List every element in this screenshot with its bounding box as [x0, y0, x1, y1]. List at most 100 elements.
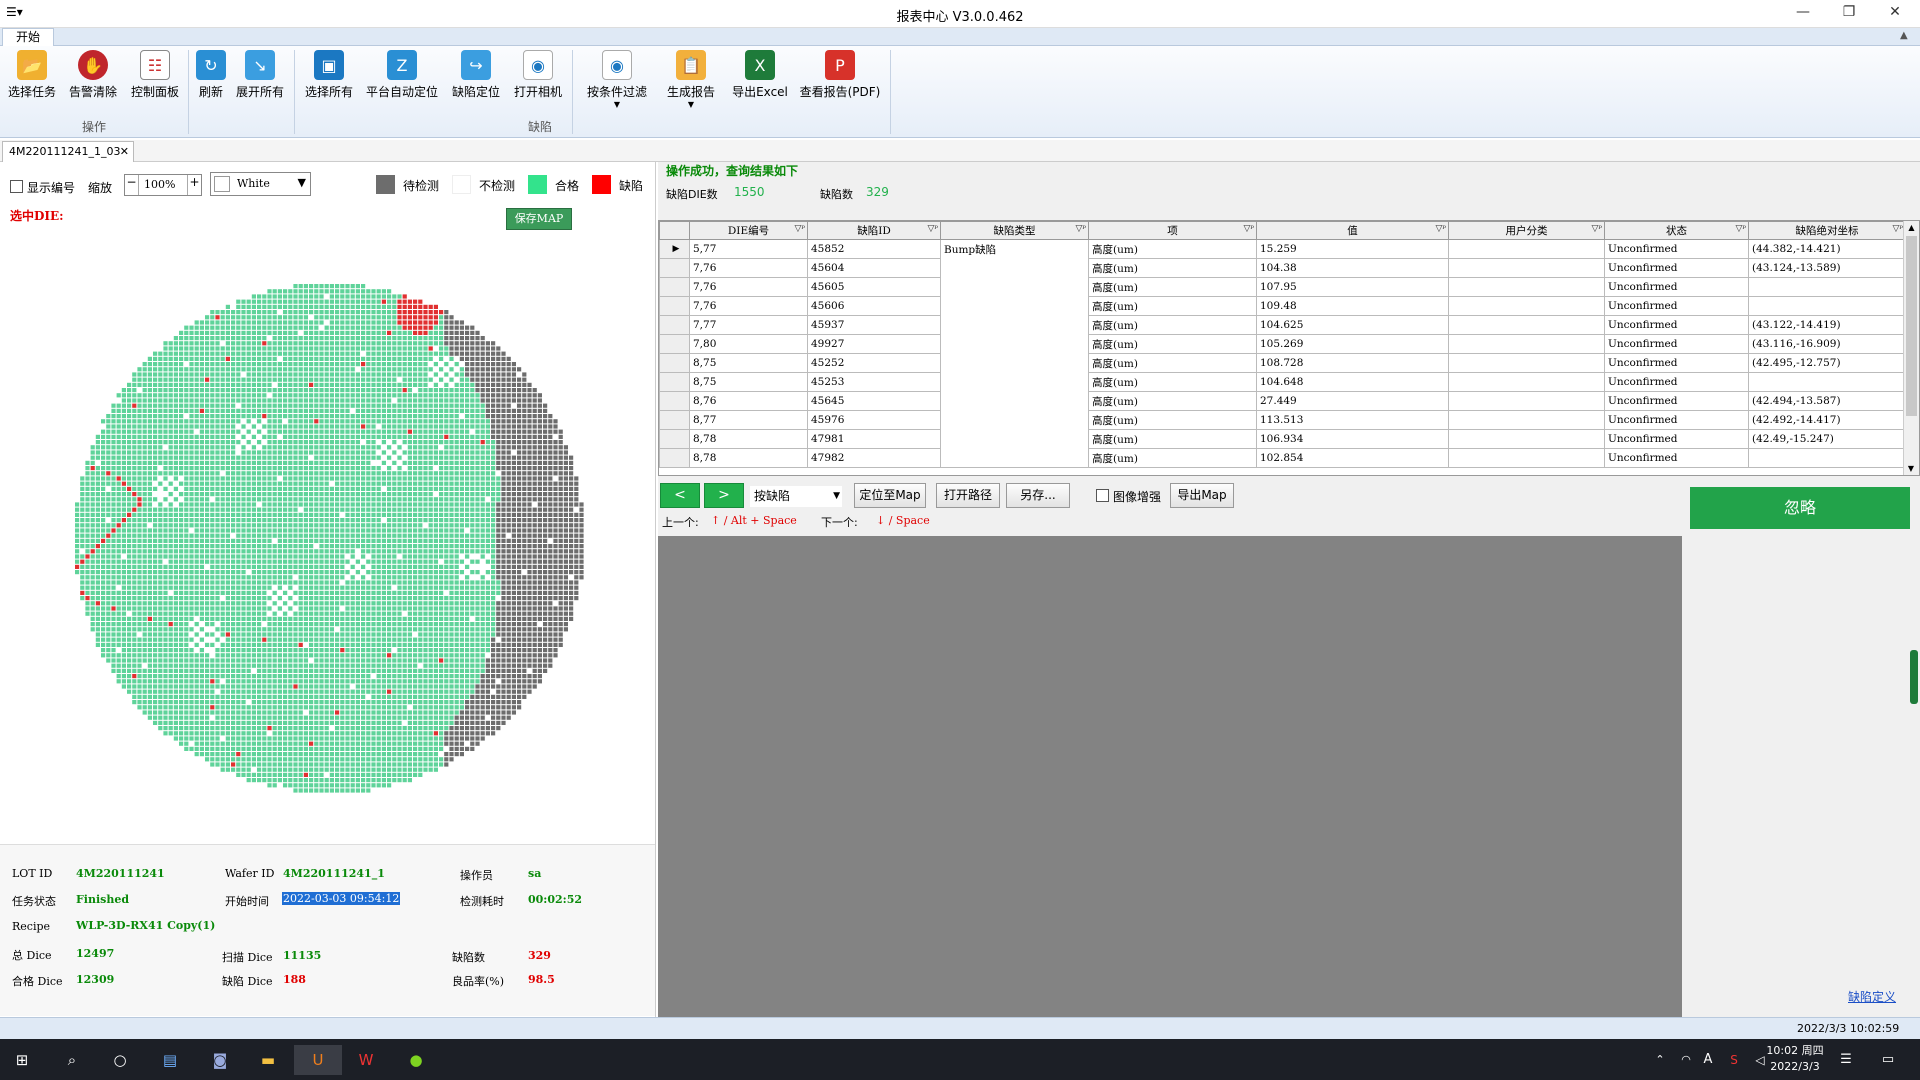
die [225, 440, 230, 445]
die [251, 518, 256, 523]
die [158, 575, 163, 580]
die [397, 481, 402, 486]
die [355, 434, 360, 439]
die [459, 471, 464, 476]
die [147, 580, 152, 585]
open-camera-button[interactable]: ◉ 打开相机 [512, 50, 564, 100]
die [90, 564, 95, 569]
save-map-button[interactable]: 保存MAP [506, 208, 572, 230]
die [293, 393, 298, 398]
alarm-clear-button[interactable]: ✋ 告警清除 [66, 50, 120, 100]
die [277, 408, 282, 413]
die [439, 414, 444, 419]
die [298, 346, 303, 351]
die [511, 512, 516, 517]
die [475, 481, 480, 486]
die [470, 585, 475, 590]
die [184, 554, 189, 559]
die [314, 315, 319, 320]
tab-start[interactable]: 开始 [2, 28, 54, 46]
die [558, 533, 563, 538]
minimize-icon[interactable]: — [1780, 4, 1826, 24]
auto-locate-button[interactable]: Z 平台自动定位 [364, 50, 440, 100]
die [381, 294, 386, 299]
die [272, 315, 277, 320]
restore-icon[interactable]: ❐ [1826, 4, 1872, 24]
filter-button[interactable]: ◉ 按条件过滤 ▼ [584, 50, 650, 109]
die [314, 486, 319, 491]
die [563, 466, 568, 471]
die [475, 362, 480, 367]
die [314, 310, 319, 315]
die [101, 528, 106, 533]
die [267, 538, 272, 543]
refresh-button[interactable]: ↻ 刷新 [194, 50, 228, 100]
die [111, 481, 116, 486]
export-excel-button[interactable]: X 导出Excel [730, 50, 790, 100]
die [179, 372, 184, 377]
die [194, 549, 199, 554]
defect-locate-button[interactable]: ↪ 缺陷定位 [450, 50, 502, 100]
show-number-checkbox[interactable] [10, 180, 23, 193]
plus-icon[interactable]: + [187, 175, 201, 195]
die [257, 564, 262, 569]
select-task-button[interactable]: 📂 选择任务 [6, 50, 58, 100]
die [459, 393, 464, 398]
minus-icon[interactable]: − [125, 175, 139, 195]
die [340, 429, 345, 434]
die [101, 440, 106, 445]
die [189, 596, 194, 601]
close-icon[interactable]: ✕ [1872, 4, 1918, 24]
die [449, 559, 454, 564]
die [142, 419, 147, 424]
doc-tab[interactable]: 4M220111241_1_03 ✕ [2, 141, 134, 162]
die [298, 388, 303, 393]
expand-all-button[interactable]: ↘ 展开所有 [234, 50, 286, 100]
die [199, 590, 204, 595]
color-select[interactable]: White ▼ [210, 172, 311, 196]
die [173, 518, 178, 523]
die [147, 512, 152, 517]
chevron-down-icon[interactable]: ▼ [298, 176, 306, 189]
die [225, 388, 230, 393]
die [517, 518, 522, 523]
die [272, 388, 277, 393]
close-tab-icon[interactable]: ✕ [120, 142, 129, 161]
die [189, 440, 194, 445]
control-panel-button[interactable]: ☷ 控制面板 [128, 50, 182, 100]
die [361, 320, 366, 325]
select-all-button[interactable]: ▣ 选择所有 [302, 50, 356, 100]
die [85, 544, 90, 549]
die [194, 590, 199, 595]
die [225, 419, 230, 424]
die [189, 564, 194, 569]
die [340, 403, 345, 408]
die [173, 486, 178, 491]
die [465, 518, 470, 523]
wafer-map[interactable] [62, 280, 602, 800]
die [142, 382, 147, 387]
die [298, 533, 303, 538]
die [277, 372, 282, 377]
die [194, 429, 199, 434]
die [277, 544, 282, 549]
zoom-stepper[interactable]: − 100% + [124, 174, 202, 196]
die [402, 393, 407, 398]
die [324, 466, 329, 471]
die [350, 455, 355, 460]
wafer-dies[interactable] [75, 284, 584, 793]
die [397, 419, 402, 424]
collapse-ribbon-icon[interactable]: ▲ [1900, 30, 1908, 41]
view-pdf-button[interactable]: P 查看报告(PDF) [798, 50, 882, 100]
die [199, 492, 204, 497]
die [277, 559, 282, 564]
die [527, 460, 532, 465]
die [517, 419, 522, 424]
die [189, 476, 194, 481]
die [293, 492, 298, 497]
die [423, 315, 428, 320]
die [303, 393, 308, 398]
die [444, 450, 449, 455]
generate-report-button[interactable]: 📋 生成报告 ▼ [664, 50, 718, 109]
die [142, 460, 147, 465]
